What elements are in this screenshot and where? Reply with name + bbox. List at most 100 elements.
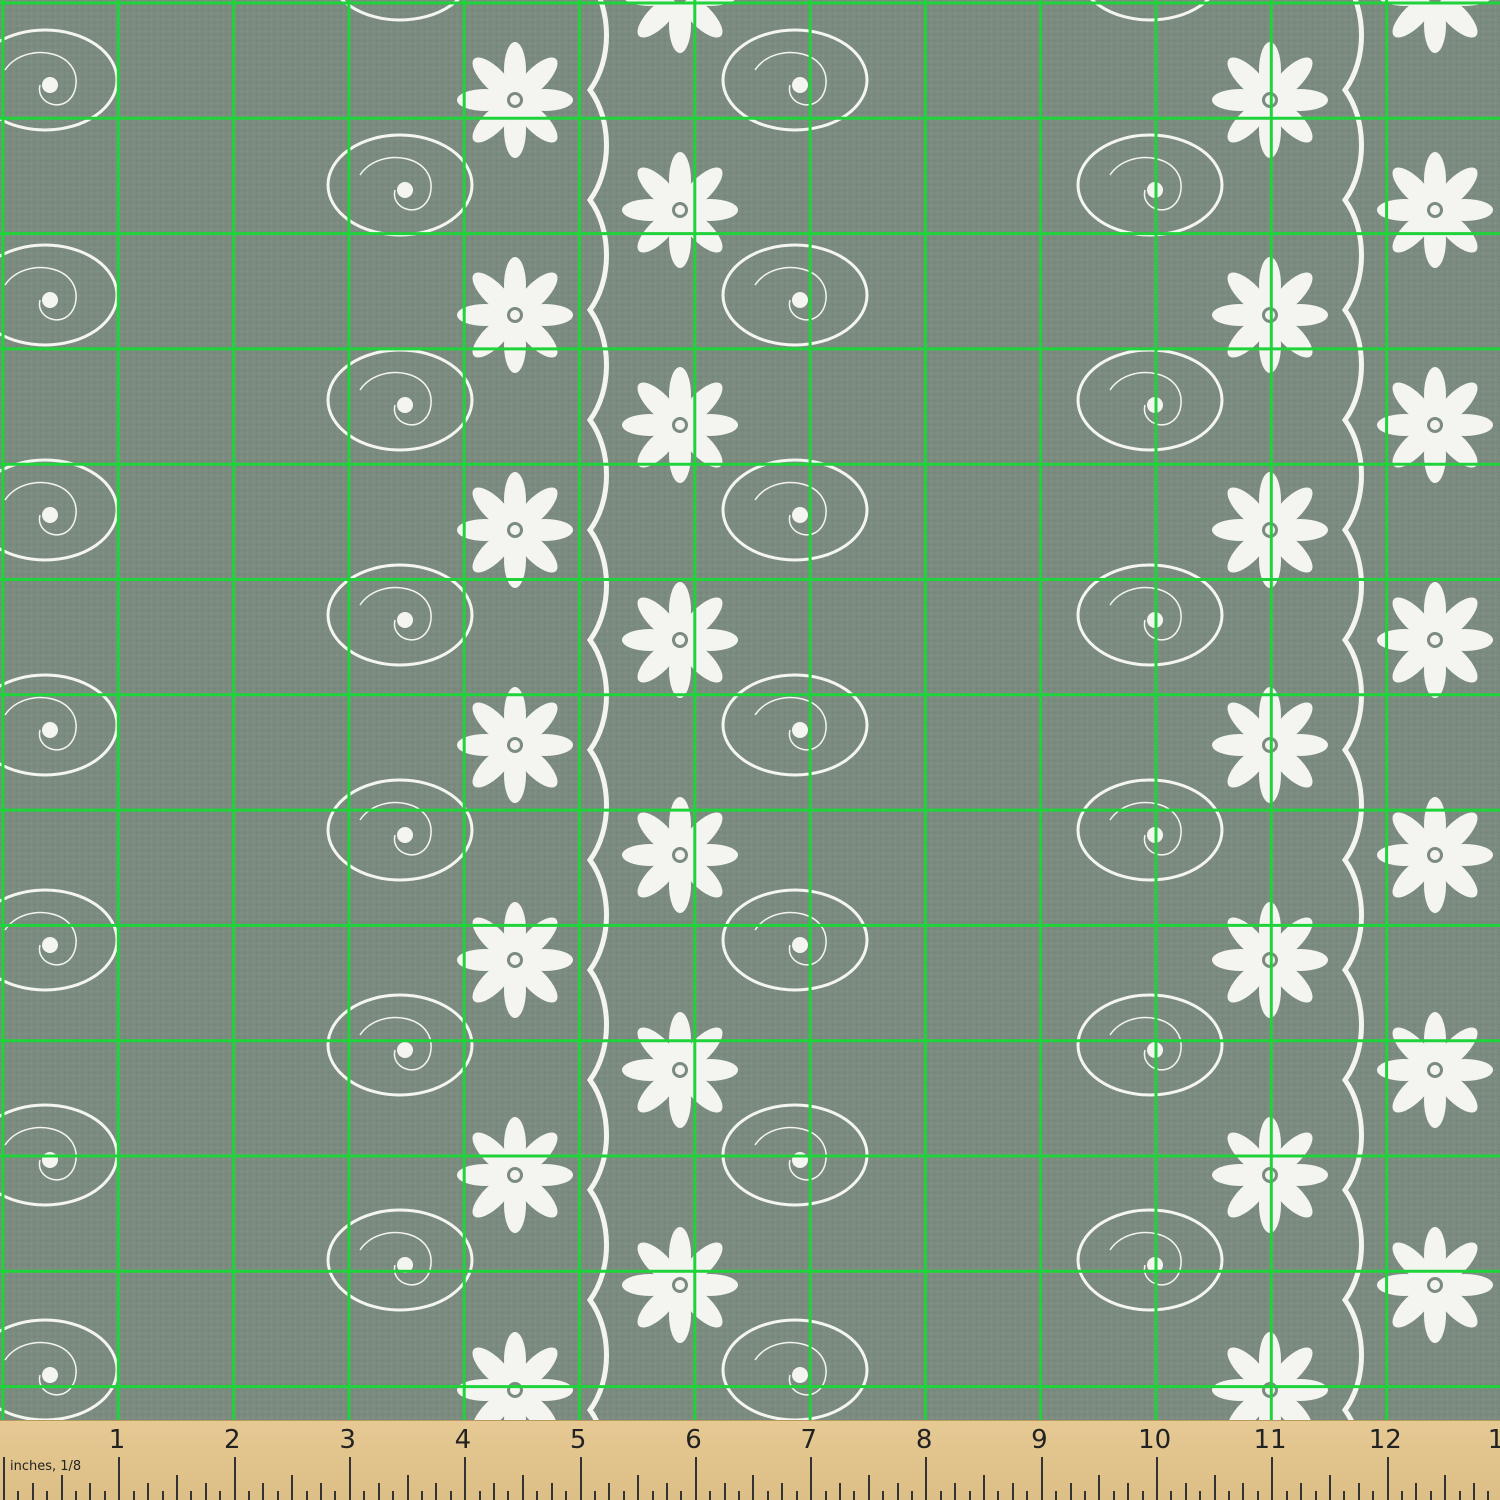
daisy-flower bbox=[1377, 797, 1493, 913]
ruler-tick bbox=[1083, 1491, 1086, 1500]
ruler-tick bbox=[1098, 1475, 1101, 1500]
ruler-tick bbox=[1401, 1491, 1403, 1500]
ruler-tick bbox=[1285, 1491, 1288, 1500]
ruler-tick bbox=[219, 1491, 222, 1500]
ruler-tick bbox=[997, 1491, 1000, 1500]
ruler-tick bbox=[910, 1491, 913, 1500]
daisy-flower bbox=[622, 582, 738, 698]
ruler-tick bbox=[190, 1491, 193, 1500]
ruler-unit-label: inches, 1/8 bbox=[10, 1459, 82, 1474]
ruler-tick bbox=[1372, 1491, 1375, 1500]
ruler-tick bbox=[1256, 1491, 1259, 1500]
ruler-tick bbox=[204, 1483, 207, 1500]
ruler-number: 12 bbox=[1368, 1425, 1402, 1455]
ruler-tick bbox=[838, 1483, 841, 1500]
ruler-tick bbox=[824, 1491, 827, 1500]
ruler-tick bbox=[1487, 1491, 1490, 1500]
ruler-tick bbox=[1156, 1457, 1158, 1500]
ruler-tick bbox=[1069, 1483, 1072, 1500]
ruler-tick bbox=[363, 1491, 366, 1500]
daisy-flower bbox=[622, 1012, 738, 1128]
ruler-tick bbox=[954, 1483, 957, 1500]
ruler-tick bbox=[103, 1491, 106, 1500]
ruler-tick bbox=[147, 1483, 150, 1500]
ruler-tick bbox=[89, 1483, 92, 1500]
daisy-flower bbox=[457, 1117, 573, 1233]
daisy-flower bbox=[1377, 582, 1493, 698]
ruler-tick bbox=[1112, 1491, 1115, 1500]
ruler-tick bbox=[1228, 1491, 1231, 1500]
ruler-tick bbox=[651, 1491, 654, 1500]
ruler-tick bbox=[31, 1483, 34, 1500]
ruler-tick bbox=[276, 1491, 279, 1500]
ruler-tick bbox=[694, 1457, 697, 1500]
ruler-tick bbox=[1127, 1483, 1130, 1500]
ruler-tick bbox=[132, 1491, 135, 1500]
ruler-number: 6 bbox=[685, 1425, 702, 1455]
ruler-tick bbox=[925, 1457, 928, 1500]
ruler-tick bbox=[752, 1475, 755, 1500]
ruler-number: 2 bbox=[224, 1425, 241, 1455]
ruler-number: 7 bbox=[800, 1425, 818, 1455]
ruler-number: 1 bbox=[1488, 1427, 1500, 1453]
ruler-tick bbox=[1458, 1491, 1461, 1500]
ruler-tick bbox=[305, 1491, 308, 1500]
ruler-tick bbox=[406, 1475, 409, 1500]
ruler-tick bbox=[17, 1491, 20, 1500]
daisy-flower bbox=[457, 902, 573, 1018]
ruler-tick bbox=[608, 1483, 611, 1500]
daisy-flower bbox=[1377, 1227, 1493, 1343]
daisy-flower bbox=[622, 152, 738, 268]
ruler-number: 10 bbox=[1138, 1425, 1172, 1455]
ruler-tick bbox=[3, 1457, 5, 1500]
daisy-flower bbox=[457, 472, 573, 588]
ruler-tick bbox=[680, 1491, 683, 1500]
ruler-tick bbox=[464, 1457, 467, 1500]
ruler-tick bbox=[1199, 1491, 1202, 1500]
ruler-tick bbox=[1386, 1457, 1389, 1500]
ruler-tick bbox=[738, 1491, 741, 1500]
ruler-tick bbox=[709, 1491, 712, 1500]
ruler-tick bbox=[1213, 1475, 1216, 1500]
ruler-tick bbox=[175, 1475, 178, 1500]
ruler-tick bbox=[853, 1491, 856, 1500]
ruler-tick bbox=[1271, 1457, 1274, 1500]
inch-ruler: 1234567891011121 inches, 1/8 bbox=[0, 1420, 1500, 1500]
ruler-tick bbox=[1026, 1491, 1029, 1500]
ruler-tick bbox=[665, 1483, 668, 1500]
ruler-tick bbox=[435, 1483, 438, 1500]
ruler-tick bbox=[60, 1475, 63, 1500]
daisy-flower bbox=[1377, 152, 1493, 268]
ruler-tick bbox=[939, 1491, 942, 1500]
ruler-tick bbox=[118, 1457, 121, 1500]
ruler-tick bbox=[622, 1491, 625, 1500]
ruler-tick bbox=[1357, 1483, 1360, 1500]
daisy-flower bbox=[457, 42, 573, 158]
ruler-tick bbox=[478, 1491, 481, 1500]
ruler-tick bbox=[565, 1491, 568, 1500]
ruler-tick bbox=[1184, 1483, 1187, 1500]
daisy-flower bbox=[457, 687, 573, 803]
ruler-number: 9 bbox=[1031, 1425, 1048, 1455]
fabric-pattern bbox=[0, 0, 1500, 1420]
ruler-number: 3 bbox=[339, 1425, 356, 1455]
ruler-tick bbox=[392, 1491, 395, 1500]
ruler-tick bbox=[1429, 1491, 1432, 1500]
ruler-tick bbox=[291, 1475, 294, 1500]
ruler-tick bbox=[46, 1491, 49, 1500]
ruler-tick bbox=[262, 1483, 265, 1500]
ruler-tick bbox=[1141, 1491, 1144, 1500]
ruler-tick bbox=[334, 1491, 337, 1500]
ruler-number: 8 bbox=[915, 1425, 933, 1455]
ruler-tick bbox=[521, 1475, 524, 1500]
ruler-tick bbox=[1343, 1491, 1346, 1500]
ruler-tick bbox=[420, 1491, 423, 1500]
ruler-tick bbox=[896, 1483, 899, 1500]
ruler-tick bbox=[1300, 1483, 1303, 1500]
ruler-tick bbox=[248, 1491, 250, 1500]
ruler-tick bbox=[493, 1483, 496, 1500]
ruler-tick bbox=[161, 1491, 164, 1500]
ruler-tick bbox=[1055, 1491, 1058, 1500]
ruler-tick bbox=[593, 1491, 596, 1500]
ruler-tick bbox=[795, 1491, 798, 1500]
